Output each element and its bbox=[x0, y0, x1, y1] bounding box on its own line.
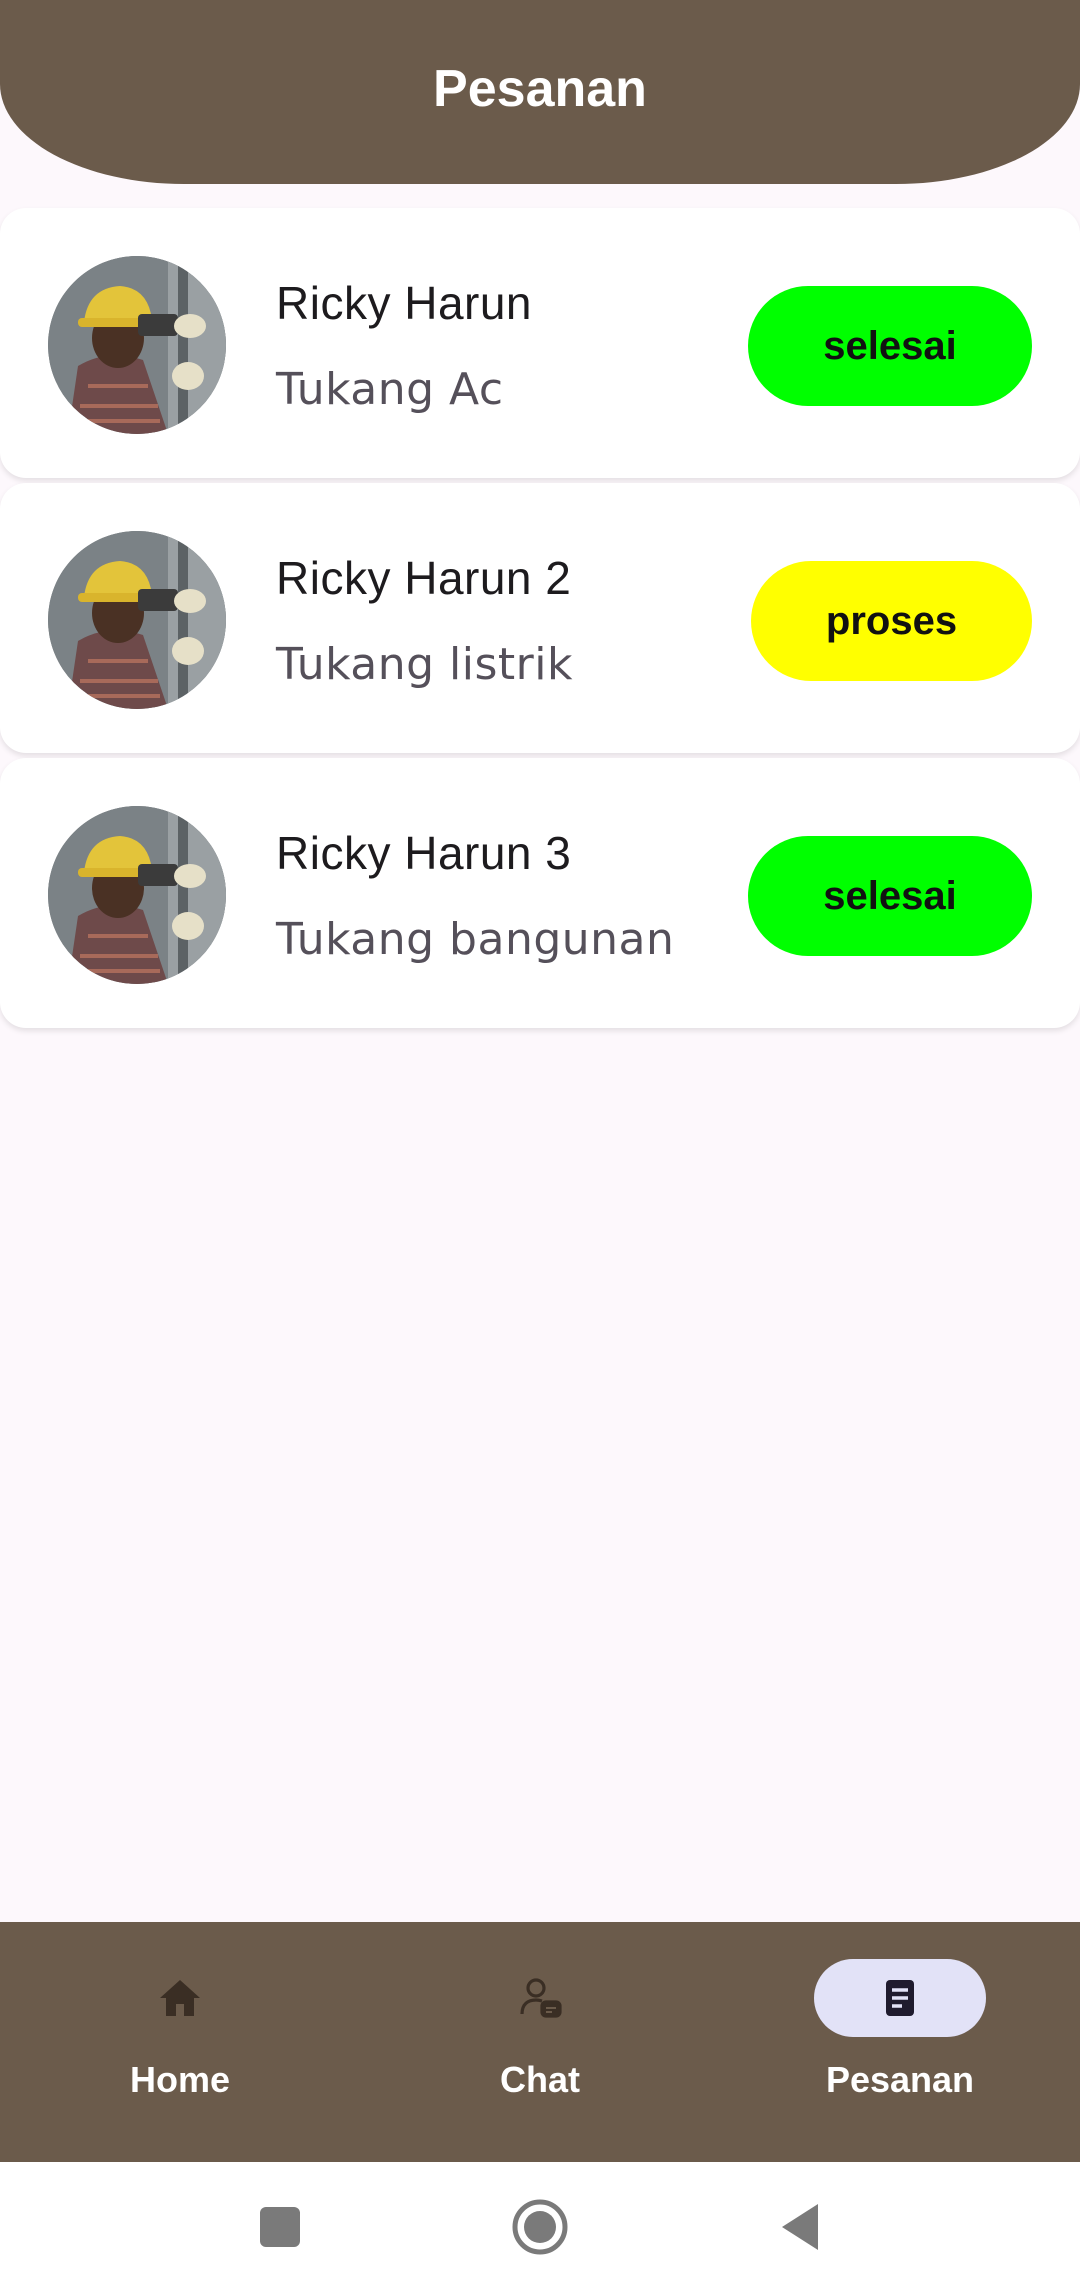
top-app-bar: Pesanan bbox=[0, 0, 1080, 184]
avatar bbox=[48, 806, 226, 984]
nav-pill bbox=[94, 1959, 266, 2037]
home-icon bbox=[156, 1974, 204, 2022]
page-title: Pesanan bbox=[433, 60, 647, 118]
status-button-selesai[interactable]: selesai bbox=[748, 836, 1032, 956]
order-list: Ricky Harun Tukang Ac selesai Ricky Haru… bbox=[0, 208, 1080, 1033]
order-card[interactable]: Ricky Harun 3 Tukang bangunan selesai bbox=[0, 758, 1080, 1028]
worker-photo bbox=[48, 531, 226, 709]
app-screen: Pesanan Ricky Harun Tukang Ac selesai Ri… bbox=[0, 0, 1080, 2292]
status-button-selesai[interactable]: selesai bbox=[748, 286, 1032, 406]
order-card[interactable]: Ricky Harun 2 Tukang listrik proses bbox=[0, 483, 1080, 753]
order-card[interactable]: Ricky Harun Tukang Ac selesai bbox=[0, 208, 1080, 478]
nav-label: Chat bbox=[500, 2059, 580, 2100]
avatar bbox=[48, 256, 226, 434]
nav-pill bbox=[454, 1959, 626, 2037]
worker-photo bbox=[48, 806, 226, 984]
bottom-navigation: Home Chat Pesanan bbox=[0, 1922, 1080, 2162]
avatar bbox=[48, 531, 226, 709]
nav-item-chat[interactable]: Chat bbox=[360, 1922, 720, 2162]
home-circle-icon[interactable] bbox=[480, 2162, 600, 2292]
status-button-proses[interactable]: proses bbox=[751, 561, 1032, 681]
system-navigation-bar bbox=[0, 2162, 1080, 2292]
worker-photo bbox=[48, 256, 226, 434]
worker-name: Ricky Harun bbox=[276, 277, 533, 329]
recents-square-icon[interactable] bbox=[220, 2162, 340, 2292]
nav-label: Home bbox=[129, 2059, 231, 2100]
chat-person-icon bbox=[516, 1974, 564, 2022]
back-triangle-icon[interactable] bbox=[740, 2162, 860, 2292]
document-icon bbox=[876, 1974, 924, 2022]
nav-item-home[interactable]: Home bbox=[0, 1922, 360, 2162]
nav-label: Pesanan bbox=[825, 2059, 975, 2100]
nav-item-pesanan[interactable]: Pesanan bbox=[720, 1922, 1080, 2162]
worker-job: Tukang listrik bbox=[276, 639, 573, 690]
worker-job: Tukang Ac bbox=[276, 364, 504, 415]
worker-job: Tukang bangunan bbox=[276, 914, 675, 965]
nav-pill-active bbox=[814, 1959, 986, 2037]
worker-name: Ricky Harun 3 bbox=[276, 827, 572, 879]
worker-name: Ricky Harun 2 bbox=[276, 552, 572, 604]
